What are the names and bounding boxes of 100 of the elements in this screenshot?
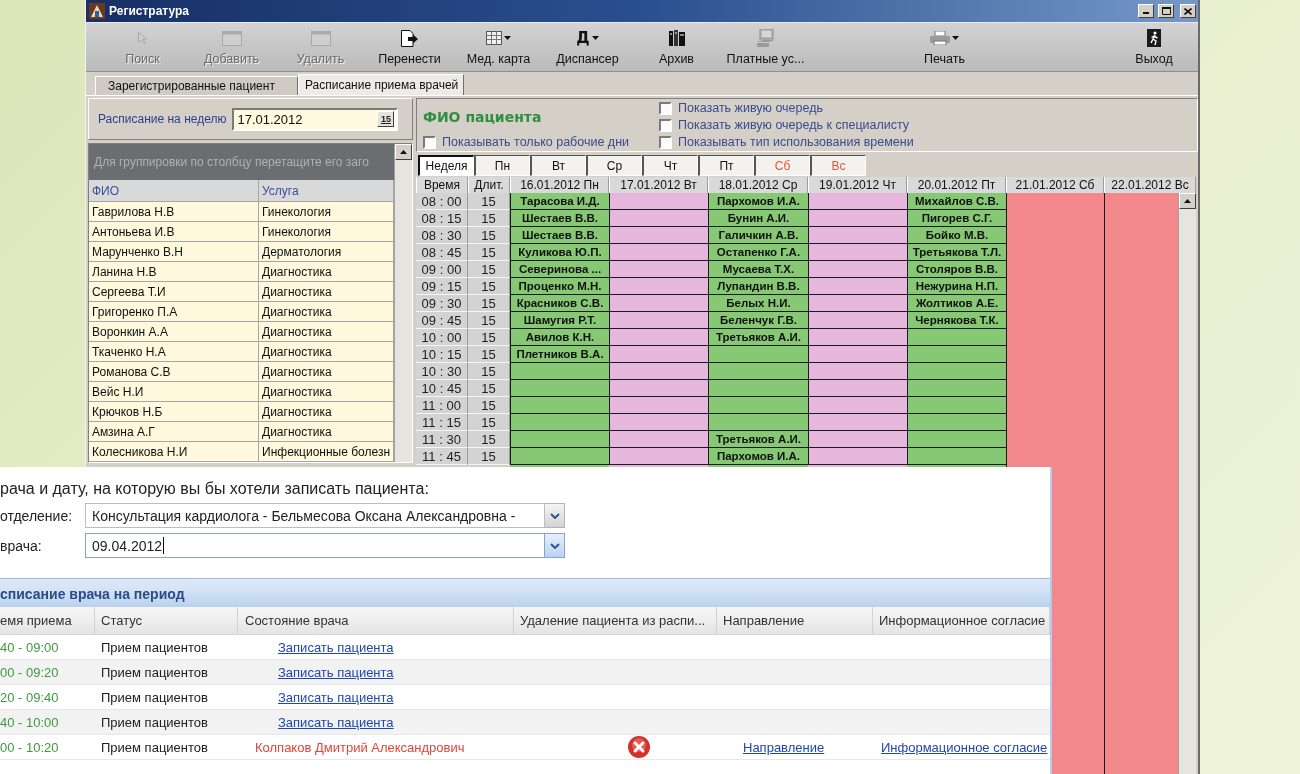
- slot-cell[interactable]: [907, 329, 1006, 346]
- tab[interactable]: Зарегистрированные пациент: [95, 76, 298, 95]
- column-header[interactable]: Удаление пациента из распи...: [514, 607, 717, 634]
- slot-cell[interactable]: [510, 431, 609, 448]
- book-patient-link[interactable]: Записать пациента: [278, 714, 394, 730]
- book-patient-link[interactable]: Записать пациента: [278, 689, 394, 705]
- slot-cell[interactable]: [808, 414, 907, 431]
- slot-cell[interactable]: Красников С.В.: [510, 295, 609, 312]
- slot-cell[interactable]: [808, 380, 907, 397]
- slot-cell[interactable]: [609, 295, 708, 312]
- scroll-up-button[interactable]: [395, 144, 412, 160]
- date-field[interactable]: 17.01.2012 15: [232, 107, 399, 131]
- slot-cell[interactable]: Столяров В.В.: [907, 261, 1006, 278]
- slot-cell[interactable]: Михайлов С.В.: [907, 193, 1006, 210]
- consent-link[interactable]: Информационное согласие: [881, 739, 1048, 755]
- day-tab[interactable]: Вт: [530, 155, 586, 176]
- column-header[interactable]: Состояние врача: [238, 607, 514, 634]
- slot-cell[interactable]: [808, 261, 907, 278]
- slot-cell[interactable]: [808, 193, 907, 210]
- slot-cell[interactable]: Шестаев В.В.: [510, 227, 609, 244]
- slot-cell[interactable]: [907, 397, 1006, 414]
- slot-cell[interactable]: Плетников В.А.: [510, 346, 609, 363]
- slot-cell[interactable]: [708, 414, 808, 431]
- slot-cell[interactable]: [708, 363, 808, 380]
- maximize-button[interactable]: [1158, 4, 1174, 18]
- checkbox[interactable]: [423, 135, 436, 149]
- toolbar-button[interactable]: Д Диспансер: [543, 23, 632, 71]
- select-field[interactable]: 09.04.2012: [85, 533, 545, 558]
- slot-cell[interactable]: [808, 278, 907, 295]
- slot-cell[interactable]: Жолтиков А.Е.: [907, 295, 1006, 312]
- select-field[interactable]: Консультация кардиолога - Бельмесова Оксана Александровна -: [85, 503, 545, 528]
- slot-cell[interactable]: Пархомов И.А.: [708, 448, 808, 465]
- dropdown-button[interactable]: [545, 503, 565, 528]
- toolbar-button[interactable]: Платные ус...: [721, 23, 810, 71]
- book-patient-link[interactable]: Записать пациента: [278, 639, 394, 655]
- slot-cell[interactable]: Авилов К.Н.: [510, 329, 609, 346]
- column-header[interactable]: Услуга: [259, 180, 394, 202]
- slot-cell[interactable]: [808, 227, 907, 244]
- slot-cell[interactable]: [510, 363, 609, 380]
- scrollbar-track[interactable]: [1178, 193, 1196, 774]
- checkbox[interactable]: [659, 101, 672, 115]
- slot-cell[interactable]: [808, 448, 907, 465]
- day-tab[interactable]: Чт: [642, 155, 698, 176]
- column-header[interactable]: ФИО: [89, 180, 259, 202]
- slot-cell[interactable]: Шамугия Р.Т.: [510, 312, 609, 329]
- slot-cell[interactable]: Беленчук Г.В.: [708, 312, 808, 329]
- slot-cell[interactable]: Галичкин А.В.: [708, 227, 808, 244]
- slot-cell[interactable]: [609, 261, 708, 278]
- toolbar-button[interactable]: Архив: [632, 23, 721, 71]
- x-circle-icon[interactable]: [628, 736, 650, 758]
- calendar-button[interactable]: 15: [377, 111, 395, 127]
- slot-cell[interactable]: [609, 346, 708, 363]
- scrollbar-track[interactable]: [394, 144, 412, 462]
- slot-cell[interactable]: [609, 448, 708, 465]
- slot-cell[interactable]: [808, 210, 907, 227]
- slot-cell[interactable]: [808, 397, 907, 414]
- slot-cell[interactable]: [808, 431, 907, 448]
- toolbar-button[interactable]: Печать: [900, 23, 989, 71]
- slot-cell[interactable]: [907, 448, 1006, 465]
- referral-link[interactable]: Направление: [743, 739, 825, 755]
- slot-cell[interactable]: [907, 414, 1006, 431]
- slot-cell[interactable]: [907, 431, 1006, 448]
- slot-cell[interactable]: Проценко М.Н.: [510, 278, 609, 295]
- slot-cell[interactable]: Куликова Ю.П.: [510, 244, 609, 261]
- close-button[interactable]: [1180, 4, 1196, 18]
- slot-cell[interactable]: [609, 414, 708, 431]
- slot-cell[interactable]: [708, 346, 808, 363]
- checkbox[interactable]: [659, 135, 672, 149]
- slot-cell[interactable]: Пархомов И.А.: [708, 193, 808, 210]
- day-tab[interactable]: Ср: [586, 155, 642, 176]
- slot-cell[interactable]: Нежурина Н.П.: [907, 278, 1006, 295]
- column-header[interactable]: Статус: [95, 607, 238, 634]
- slot-cell[interactable]: Остапенко Г.А.: [708, 244, 808, 261]
- slot-cell[interactable]: [907, 346, 1006, 363]
- slot-cell[interactable]: [708, 380, 808, 397]
- slot-cell[interactable]: [808, 346, 907, 363]
- slot-cell[interactable]: Северинова ...: [510, 261, 609, 278]
- slot-cell[interactable]: [609, 363, 708, 380]
- slot-cell[interactable]: [609, 397, 708, 414]
- slot-cell[interactable]: [808, 329, 907, 346]
- slot-cell[interactable]: Пигорев С.Г.: [907, 210, 1006, 227]
- slot-cell[interactable]: Тарасова И.Д.: [510, 193, 609, 210]
- tab[interactable]: Расписание приема врачей: [297, 74, 465, 95]
- slot-cell[interactable]: [609, 431, 708, 448]
- slot-cell[interactable]: Шестаев В.В.: [510, 210, 609, 227]
- column-header[interactable]: емя приема: [0, 607, 95, 634]
- column-header[interactable]: Информационное согласие: [873, 607, 1050, 634]
- slot-cell[interactable]: [510, 397, 609, 414]
- slot-cell[interactable]: [907, 363, 1006, 380]
- slot-cell[interactable]: Белых Н.И.: [708, 295, 808, 312]
- slot-cell[interactable]: Мусаева Т.Х.: [708, 261, 808, 278]
- slot-cell[interactable]: [609, 329, 708, 346]
- slot-cell[interactable]: Третьяков А.И.: [708, 431, 808, 448]
- slot-cell[interactable]: [609, 193, 708, 210]
- slot-cell[interactable]: [510, 414, 609, 431]
- slot-cell[interactable]: [609, 278, 708, 295]
- slot-cell[interactable]: [609, 312, 708, 329]
- dropdown-button[interactable]: [545, 533, 565, 558]
- slot-cell[interactable]: Третьякова Т.Л.: [907, 244, 1006, 261]
- slot-cell[interactable]: Бунин А.И.: [708, 210, 808, 227]
